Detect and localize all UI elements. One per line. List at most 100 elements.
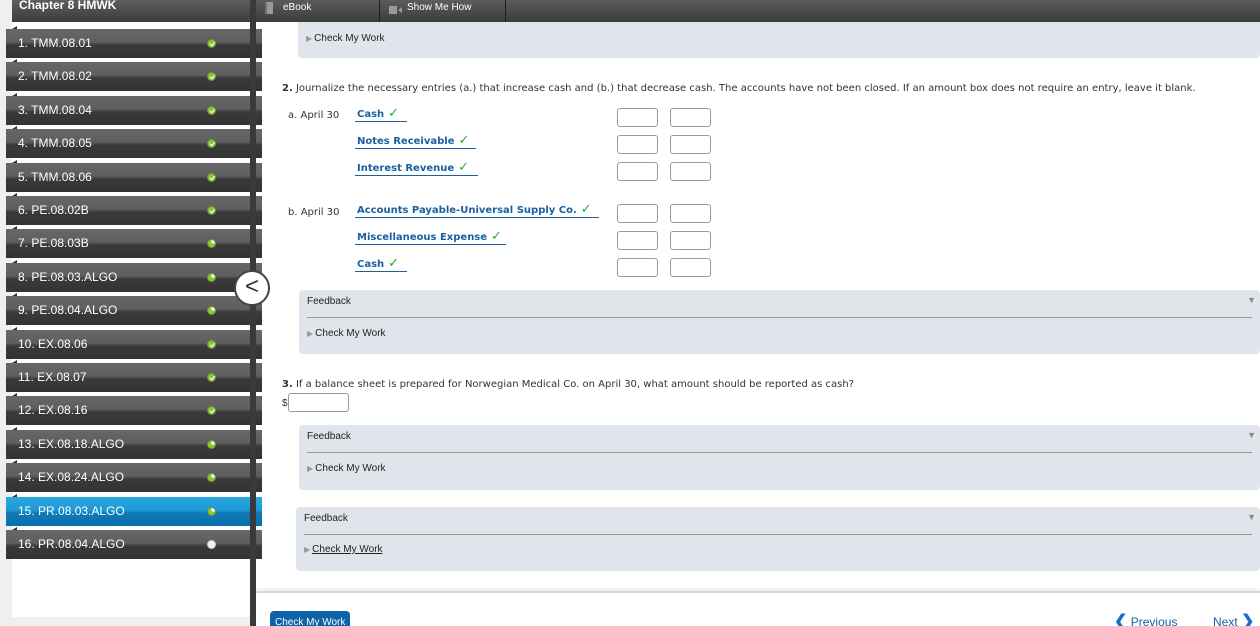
currency-symbol: $	[282, 398, 288, 409]
sidebar-item[interactable]: 1. TMM.08.01	[6, 26, 262, 58]
corner-decoration	[12, 293, 17, 297]
sidebar-item[interactable]: 4. TMM.08.05	[6, 126, 262, 159]
feedback-panel-overall: Feedback ▼ ▶ Check My Work	[296, 507, 1260, 571]
sidebar-item[interactable]: 8. PE.08.03.ALGO	[6, 259, 262, 292]
sidebar-item[interactable]: 10. EX.08.06	[6, 326, 262, 359]
account-interest-revenue[interactable]: Interest Revenue ✓	[355, 160, 478, 176]
corner-decoration	[12, 360, 17, 363]
question-text: Journalize the necessary entries (a.) th…	[295, 83, 1196, 94]
question-3-prompt: 3. If a balance sheet is prepared for No…	[282, 379, 854, 390]
sidebar-item-label: 5. TMM.08.06	[18, 169, 92, 184]
next-button[interactable]: Next ❯	[1213, 611, 1254, 626]
sidebar-item[interactable]: 12. EX.08.16	[6, 393, 262, 426]
account-cash-b[interactable]: Cash ✓	[355, 256, 407, 272]
credit-input-b1[interactable]	[670, 204, 711, 223]
sidebar-divider[interactable]	[250, 0, 256, 626]
corner-decoration	[12, 159, 17, 163]
feedback-label: Feedback	[304, 513, 348, 524]
feedback-label: Feedback	[307, 296, 351, 307]
cash-amount-input[interactable]	[288, 393, 349, 412]
status-complete-icon	[207, 139, 216, 149]
feedback-panel-q2: Feedback ▼ ▶ Check My Work	[299, 290, 1260, 354]
show-me-how-button[interactable]: Show Me How	[380, 0, 506, 22]
check-my-work-button[interactable]: Check My Work	[270, 611, 350, 626]
sidebar-item[interactable]: 13. EX.08.18.ALGO	[6, 426, 262, 459]
sidebar-item-label: 8. PE.08.03.ALGO	[18, 269, 118, 284]
debit-input-b1[interactable]	[617, 204, 658, 223]
account-accounts-payable[interactable]: Accounts Payable-Universal Supply Co. ✓	[355, 202, 599, 218]
status-complete-icon	[207, 105, 216, 115]
sidebar-item[interactable]: 11. EX.08.07	[6, 360, 262, 392]
sidebar-item[interactable]: 14. EX.08.24.ALGO	[6, 460, 262, 493]
divider	[304, 534, 1252, 535]
sidebar-item[interactable]: 6. PE.08.02B	[6, 193, 262, 225]
sidebar-item[interactable]: 9. PE.08.04.ALGO	[6, 293, 262, 326]
status-partial-icon	[207, 272, 216, 282]
sidebar-item[interactable]: 2. TMM.08.02	[6, 59, 262, 92]
book-icon	[265, 2, 273, 14]
account-miscellaneous-expense[interactable]: Miscellaneous Expense ✓	[355, 229, 506, 245]
check-my-work-toggle-q2[interactable]: ▶ Check My Work	[307, 328, 386, 339]
status-complete-icon	[207, 172, 216, 182]
account-label: Accounts Payable-Universal Supply Co.	[357, 205, 577, 216]
sidebar-item-label: 4. TMM.08.05	[18, 136, 92, 151]
assignment-page: Chapter 8 HMWK 1. TMM.08.01 2. TMM.08.02 3…	[0, 0, 1260, 626]
collapse-caret-icon[interactable]: ▼	[1247, 295, 1256, 305]
account-cash-a[interactable]: Cash ✓	[355, 106, 407, 122]
status-complete-icon	[207, 339, 216, 349]
top-toolbar: eBook Show Me How	[256, 0, 1260, 22]
sidebar-item-label: 2. TMM.08.02	[18, 69, 92, 84]
debit-input-a1[interactable]	[617, 108, 658, 127]
entry-date-b: b. April 30	[288, 207, 340, 218]
corner-decoration	[12, 493, 17, 497]
corner-decoration	[12, 59, 17, 63]
debit-input-b2[interactable]	[617, 231, 658, 250]
feedback-panel-q1: ▶ Check My Work	[298, 22, 1260, 58]
sidebar-item[interactable]: 15. PR.08.03.ALGO	[6, 493, 262, 526]
next-label: Next	[1213, 615, 1238, 626]
status-complete-icon	[207, 72, 216, 82]
credit-input-b3[interactable]	[670, 258, 711, 277]
account-label: Notes Receivable	[357, 136, 455, 147]
corner-decoration	[12, 193, 17, 196]
check-my-work-toggle-q3[interactable]: ▶ Check My Work	[307, 463, 386, 474]
credit-input-a3[interactable]	[670, 162, 711, 181]
sidebar-item-label: 6. PE.08.02B	[18, 203, 89, 217]
check-icon: ✓	[388, 256, 400, 271]
debit-input-a2[interactable]	[617, 135, 658, 154]
credit-input-a2[interactable]	[670, 135, 711, 154]
collapse-caret-icon[interactable]: ▼	[1247, 512, 1256, 522]
credit-input-b2[interactable]	[670, 231, 711, 250]
sidebar-item[interactable]: 7. PE.08.03B	[6, 226, 262, 259]
status-partial-icon	[207, 473, 216, 483]
account-label: Cash	[357, 109, 385, 120]
check-my-work-link[interactable]: ▶ Check My Work	[304, 544, 383, 555]
chevron-left-icon: ❮	[1114, 613, 1128, 626]
triangle-right-icon: ▶	[307, 329, 314, 338]
debit-input-a3[interactable]	[617, 162, 658, 181]
sidebar-item[interactable]: 3. TMM.08.04	[6, 92, 262, 125]
corner-decoration	[12, 393, 17, 397]
collapse-caret-icon[interactable]: ▼	[1247, 430, 1256, 440]
sidebar-item-label: 9. PE.08.04.ALGO	[18, 303, 118, 318]
collapse-sidebar-button[interactable]: <	[234, 270, 270, 306]
divider	[307, 317, 1252, 318]
triangle-right-icon: ▶	[307, 464, 314, 473]
chevron-right-icon: ❯	[1241, 613, 1255, 626]
debit-input-b3[interactable]	[617, 258, 658, 277]
sidebar-item-label: 16. PR.08.04.ALGO	[18, 537, 125, 551]
status-complete-icon	[207, 39, 216, 48]
sidebar-item[interactable]: 5. TMM.08.06	[6, 159, 262, 192]
previous-label: Previous	[1130, 615, 1178, 626]
ebook-label: eBook	[283, 2, 312, 13]
previous-button[interactable]: ❮ Previous	[1114, 611, 1177, 626]
ebook-button[interactable]: eBook	[256, 0, 380, 22]
sidebar-item[interactable]: 16. PR.08.04.ALGO	[6, 527, 262, 559]
status-complete-icon	[207, 206, 216, 215]
triangle-right-icon: ▶	[304, 545, 311, 554]
check-my-work-toggle-q1[interactable]: ▶ Check My Work	[306, 33, 385, 44]
sidebar-item-label: 1. TMM.08.01	[18, 36, 92, 50]
account-notes-receivable[interactable]: Notes Receivable ✓	[355, 133, 476, 149]
corner-decoration	[12, 26, 17, 29]
credit-input-a1[interactable]	[670, 108, 711, 127]
